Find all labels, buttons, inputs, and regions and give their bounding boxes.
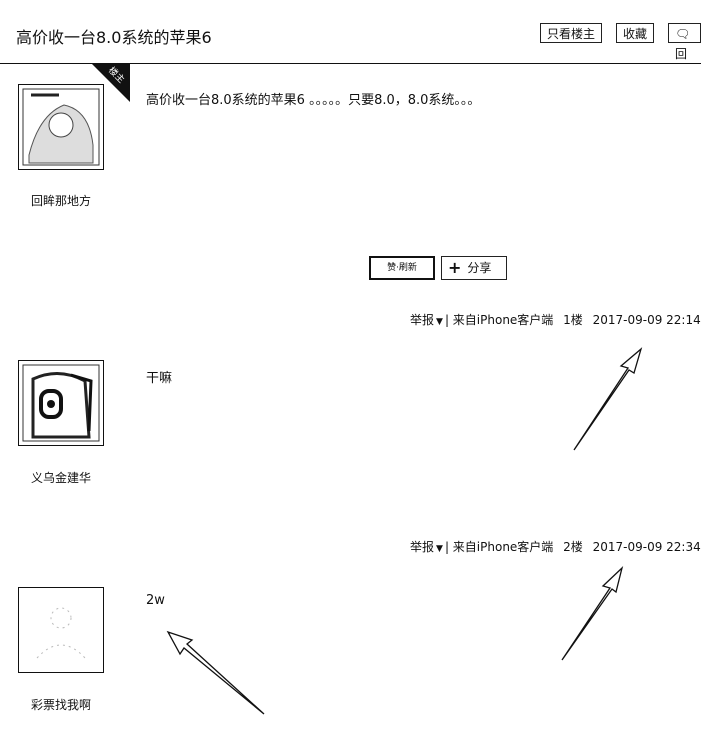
arrow-annotation [166, 630, 265, 715]
arrow-annotation [561, 565, 624, 661]
annotation-arrows [166, 347, 643, 715]
arrow-annotation [573, 347, 643, 451]
